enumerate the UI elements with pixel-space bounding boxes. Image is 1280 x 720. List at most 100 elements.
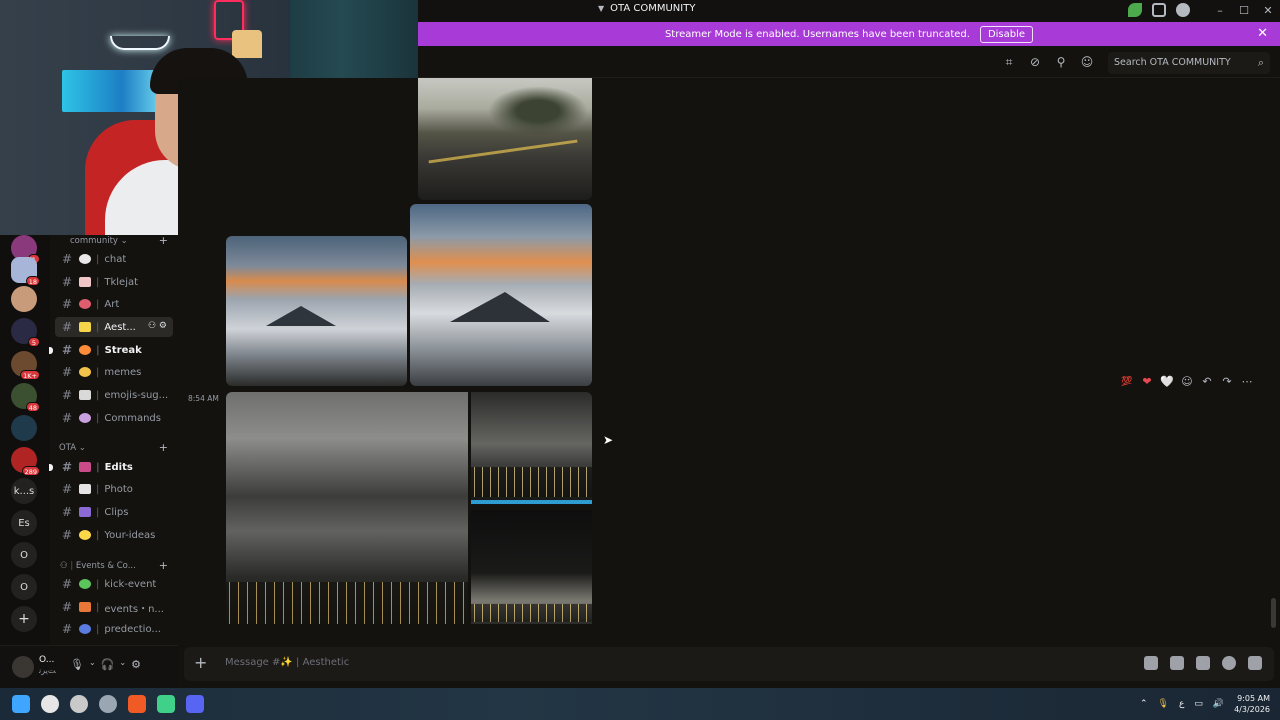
attachment-image[interactable]: [418, 78, 592, 200]
message-composer[interactable]: + Message #✨ | Aesthetic: [184, 647, 1274, 681]
add-channel-icon[interactable]: +: [159, 234, 168, 247]
chevron-up-icon[interactable]: ⌃: [1140, 699, 1148, 709]
brave-icon[interactable]: [128, 695, 146, 713]
maximize-icon[interactable]: ☐: [1232, 4, 1256, 17]
search-input[interactable]: Search OTA COMMUNITY ⌕: [1108, 52, 1270, 74]
add-channel-icon[interactable]: +: [159, 441, 168, 454]
forward-icon[interactable]: ↷: [1220, 375, 1234, 388]
more-icon[interactable]: ⋯: [1240, 375, 1254, 388]
hash-icon: #: [61, 365, 73, 379]
server-icon[interactable]: k...s: [11, 478, 37, 504]
mouse-cursor-icon: ➤: [603, 433, 614, 447]
server-icon[interactable]: Es: [11, 510, 37, 536]
obs-icon[interactable]: [41, 695, 59, 713]
clock[interactable]: 9:05 AM 4/3/2026: [1234, 693, 1270, 715]
help-icon[interactable]: [1176, 3, 1190, 17]
message-input[interactable]: Message #✨ | Aesthetic: [225, 657, 349, 668]
search-icon: ⌕: [1257, 56, 1264, 69]
attachment-image[interactable]: [471, 510, 592, 624]
hash-icon: #: [61, 275, 73, 289]
steam-icon[interactable]: [70, 695, 88, 713]
inbox-dropdown-icon[interactable]: ▼: [598, 4, 604, 13]
server-list: 1 18 5 1K+ 48 289 k...s Es O O +: [0, 235, 50, 645]
message-timestamp: 8:54 AM: [188, 394, 219, 403]
attachment-image[interactable]: [226, 392, 468, 624]
microphone-icon[interactable]: 🎙: [70, 658, 84, 671]
attachment-image[interactable]: [410, 204, 592, 386]
pinned-icon[interactable]: ⚲: [1054, 55, 1068, 69]
sticker-icon[interactable]: [1196, 656, 1210, 670]
server-icon[interactable]: [11, 415, 37, 441]
server-icon[interactable]: O: [11, 574, 37, 600]
attachment-image[interactable]: [226, 236, 407, 386]
threads-icon[interactable]: ⌗: [1002, 55, 1016, 69]
message-actions-bar: 💯 ❤ 🤍 ☺ ↶ ↷ ⋯: [1120, 375, 1254, 388]
headphones-icon[interactable]: 🎧: [101, 658, 115, 671]
network-icon[interactable]: ▭: [1194, 699, 1203, 709]
heart-reaction[interactable]: ❤: [1140, 375, 1154, 388]
gift-icon[interactable]: [1144, 656, 1158, 670]
channel-art[interactable]: # | Art: [55, 294, 173, 314]
apps-icon[interactable]: [1248, 656, 1262, 670]
gear-icon[interactable]: ⚙: [131, 658, 141, 671]
emoji-icon[interactable]: [1222, 656, 1236, 670]
app-icon[interactable]: [99, 695, 117, 713]
nitro-leaf-icon[interactable]: [1128, 3, 1142, 17]
inbox-icon[interactable]: [1152, 3, 1166, 17]
channel-your-ideas[interactable]: # | Your-ideas: [55, 525, 173, 545]
hundred-reaction[interactable]: 💯: [1120, 377, 1134, 387]
disable-button[interactable]: Disable: [979, 25, 1034, 43]
close-icon[interactable]: ✕: [1256, 4, 1280, 17]
channel-photo[interactable]: # | Photo: [55, 479, 173, 499]
channel-streak[interactable]: # | Streak: [49, 340, 173, 360]
language-indicator[interactable]: ع: [1179, 699, 1184, 709]
server-icon[interactable]: 1K+: [11, 351, 40, 380]
category-events[interactable]: ⚇ | Events & Co... +: [50, 559, 178, 575]
server-icon[interactable]: 48: [11, 383, 40, 412]
discord-icon[interactable]: [186, 695, 204, 713]
channel-kick-event[interactable]: # | kick-event: [55, 574, 173, 594]
channel-predictions[interactable]: # | predectio...: [55, 619, 173, 639]
server-icon[interactable]: 5: [11, 318, 40, 347]
app-icon[interactable]: [157, 695, 175, 713]
windows-start-icon[interactable]: [12, 695, 30, 713]
upload-plus-icon[interactable]: +: [194, 653, 207, 672]
channel-settings-icon[interactable]: ⚇ ⚙: [148, 321, 167, 331]
microphone-icon[interactable]: 🎙: [1158, 699, 1169, 709]
channel-clips[interactable]: # | Clips: [55, 502, 173, 522]
channel-tklejat[interactable]: # | Tklejat: [55, 272, 173, 292]
minimize-icon[interactable]: –: [1208, 4, 1232, 17]
channel-emojis-suggestions[interactable]: # | emojis-sug...: [55, 385, 173, 405]
channel-memes[interactable]: # | memes: [55, 362, 173, 382]
mute-notifications-icon[interactable]: ⊘: [1028, 55, 1042, 69]
channel-commands[interactable]: # | Commands: [55, 408, 173, 428]
chevron-down-icon[interactable]: ⌄: [119, 658, 126, 671]
voice-controls: 🎙 ⌄ 🎧 ⌄ ⚙: [70, 658, 141, 671]
channel-aesthetic[interactable]: # | Aest... ⚇ ⚙: [55, 317, 173, 337]
add-server-icon[interactable]: +: [11, 606, 37, 632]
search-placeholder: Search OTA COMMUNITY: [1114, 57, 1231, 68]
white-heart-reaction[interactable]: 🤍: [1160, 375, 1174, 388]
avatar[interactable]: [12, 656, 34, 678]
add-channel-icon[interactable]: +: [159, 559, 168, 572]
reply-icon[interactable]: ↶: [1200, 375, 1214, 388]
add-reaction-icon[interactable]: ☺: [1180, 375, 1194, 388]
server-icon[interactable]: [11, 286, 37, 312]
channel-events-news[interactable]: # | events・n...: [55, 597, 173, 617]
server-icon[interactable]: 289: [11, 447, 40, 476]
channel-edits[interactable]: # | Edits: [49, 457, 173, 477]
member-list-icon[interactable]: ☺: [1080, 55, 1094, 69]
server-icon[interactable]: 18: [11, 257, 40, 286]
category-ota[interactable]: OTA ⌄ +: [50, 441, 178, 457]
chevron-down-icon[interactable]: ⌄: [89, 658, 96, 671]
attachment-image[interactable]: [471, 392, 592, 507]
gif-icon[interactable]: [1170, 656, 1184, 670]
channel-chat[interactable]: # | chat: [55, 249, 173, 269]
neon-sign: [110, 36, 170, 50]
close-icon[interactable]: ✕: [1257, 26, 1268, 41]
hash-icon: #: [61, 622, 73, 636]
server-icon[interactable]: O: [11, 542, 37, 568]
category-community[interactable]: community ⌄ +: [50, 234, 178, 250]
volume-icon[interactable]: 🔊: [1213, 699, 1224, 709]
scrollbar[interactable]: [1271, 598, 1276, 628]
